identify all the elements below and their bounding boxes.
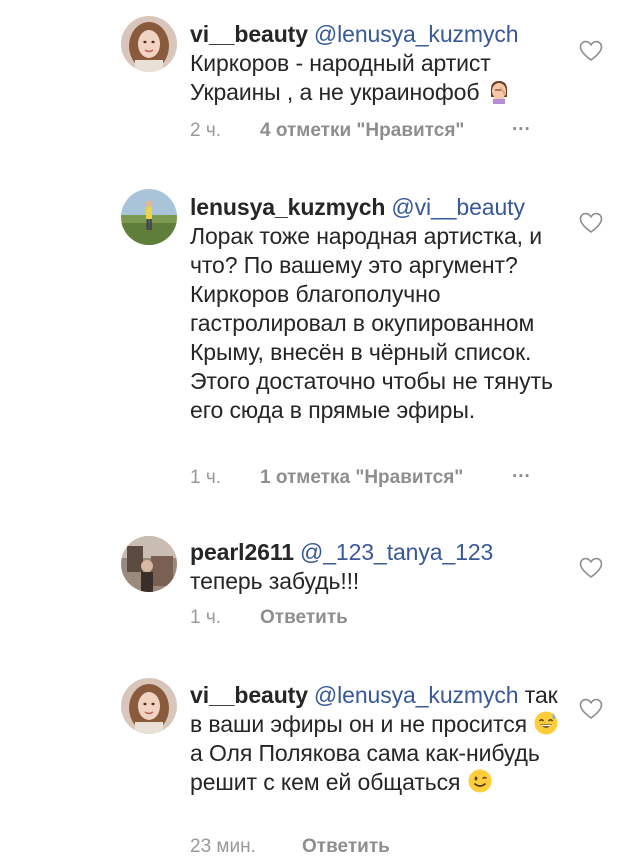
username-link[interactable]: lenusya_kuzmych (190, 194, 385, 220)
sweat-smile-emoji-icon (533, 710, 559, 736)
avatar[interactable] (121, 678, 177, 734)
comment-text: Лорак тоже народная артистка, и что? По … (190, 223, 553, 423)
more-options-button[interactable]: ... (512, 460, 531, 484)
comment-body: pearl2611 @_123_tanya_123 теперь забудь!!… (190, 538, 570, 596)
wink-emoji-icon (467, 768, 493, 794)
comment-text: Киркоров - народный артист Украины , а н… (190, 50, 491, 105)
facepalm-woman-emoji-icon (486, 78, 512, 104)
comment-meta: 1 ч. 1 отметка "Нравится" ... (190, 461, 530, 490)
comment-body: vi__beauty @lenusya_kuzmych так в ваши эф… (190, 681, 570, 797)
avatar[interactable] (121, 536, 177, 592)
field-avatar-icon (121, 189, 177, 245)
avatar[interactable] (121, 189, 177, 245)
timestamp: 23 мин. (190, 836, 256, 857)
comment-body: lenusya_kuzmych @vi__beauty Лорак тоже на… (190, 193, 570, 425)
username-link[interactable]: vi__beauty (190, 21, 308, 47)
mention-link[interactable]: @_123_tanya_123 (300, 539, 493, 565)
likes-count-link[interactable]: 1 отметка "Нравится" (260, 466, 463, 490)
avatar[interactable] (121, 16, 177, 72)
reply-button[interactable]: Ответить (260, 606, 348, 630)
username-link[interactable]: pearl2611 (190, 539, 294, 565)
reply-button[interactable]: Ответить (302, 835, 390, 859)
room-avatar-icon (121, 536, 177, 592)
like-heart-icon[interactable] (579, 557, 603, 579)
comment-body: vi__beauty @lenusya_kuzmych Киркоров - на… (190, 20, 570, 107)
timestamp: 1 ч. (190, 467, 222, 488)
mention-link[interactable]: @lenusya_kuzmych (314, 21, 519, 47)
like-heart-icon[interactable] (579, 212, 603, 234)
comment-meta: 1 ч. Ответить (190, 606, 530, 630)
username-link[interactable]: vi__beauty (190, 682, 308, 708)
timestamp: 1 ч. (190, 607, 222, 628)
like-heart-icon[interactable] (579, 40, 603, 62)
timestamp: 2 ч. (190, 120, 222, 141)
comment-meta: 2 ч. 4 отметки "Нравится" ... (190, 114, 530, 143)
mention-link[interactable]: @lenusya_kuzmych (314, 682, 519, 708)
woman-avatar-icon (121, 678, 177, 734)
woman-avatar-icon (121, 16, 177, 72)
comment-meta: 23 мин. Ответить (190, 835, 530, 859)
more-options-button[interactable]: ... (512, 113, 531, 137)
comment-text: теперь забудь!!! (190, 568, 360, 594)
likes-count-link[interactable]: 4 отметки "Нравится" (260, 119, 464, 143)
mention-link[interactable]: @vi__beauty (391, 194, 525, 220)
like-heart-icon[interactable] (579, 698, 603, 720)
